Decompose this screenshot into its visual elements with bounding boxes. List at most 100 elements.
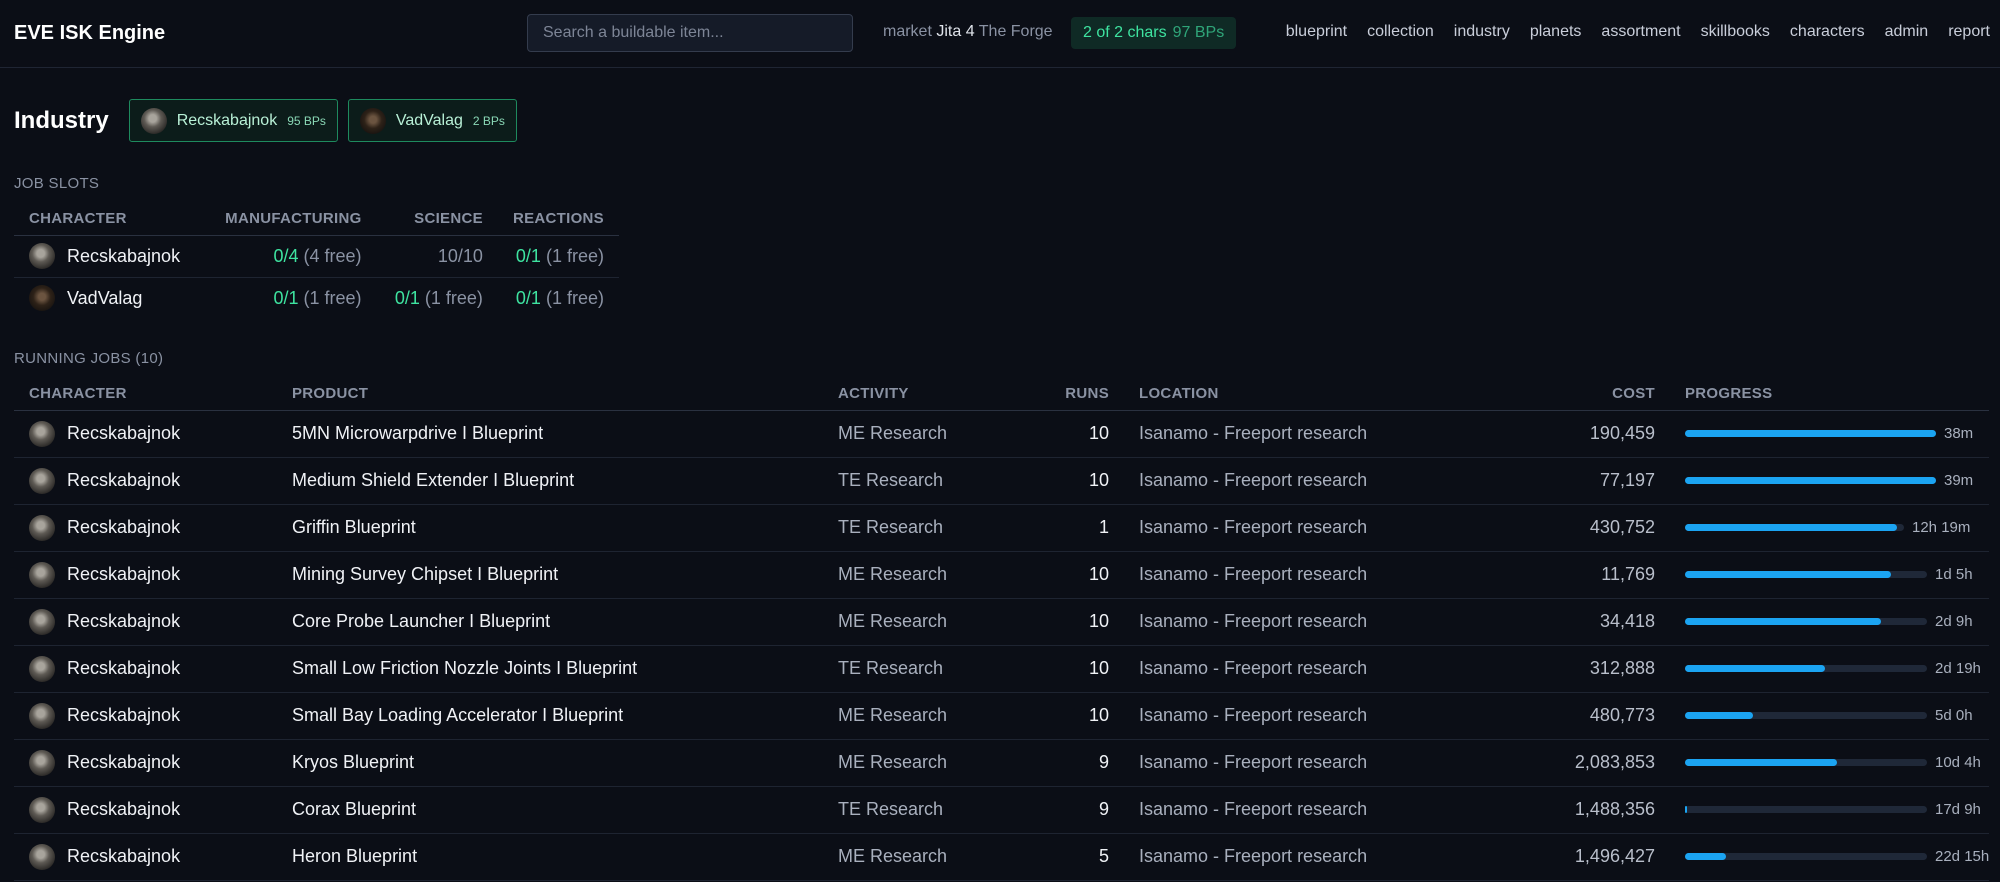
job-activity: TE Research [823, 645, 1037, 693]
job-remaining: 5d 0h [1935, 707, 1973, 724]
table-row[interactable]: Recskabajnok Kryos Blueprint ME Research 9 I… [14, 739, 1989, 787]
job-remaining: 17d 9h [1935, 801, 1981, 818]
chars-count: 2 of 2 chars [1083, 24, 1167, 41]
nav-assortment[interactable]: assortment [1601, 23, 1680, 41]
job-progress-cell: 2d 19h [1670, 645, 1989, 693]
column-header-product: PRODUCT [277, 377, 823, 411]
slot-used: 10/10 [437, 245, 483, 266]
job-character-name: Recskabajnok [67, 611, 181, 631]
job-runs: 10 [1037, 645, 1124, 693]
avatar [29, 243, 55, 269]
job-remaining: 39m [1944, 472, 1974, 489]
table-row[interactable]: Recskabajnok 5MN Microwarpdrive I Bluepri… [14, 410, 1989, 458]
slot-character-cell: Recskabajnok [14, 235, 203, 278]
job-character-cell: Recskabajnok [14, 645, 277, 693]
job-location: Isanamo - Freeport research [1124, 598, 1500, 646]
job-progress-cell: 22d 15h [1670, 833, 1989, 881]
progress-bar [1685, 477, 1936, 484]
job-activity: TE Research [823, 457, 1037, 505]
avatar [359, 107, 386, 134]
job-activity: ME Research [823, 739, 1037, 787]
slot-reactions: 0/1 (1 free) [498, 277, 619, 319]
job-activity: TE Research [823, 504, 1037, 552]
job-character-cell: Recskabajnok [14, 786, 277, 834]
table-header-row: CHARACTER PRODUCT ACTIVITY RUNS LOCATION… [14, 377, 1989, 411]
nav-planets[interactable]: planets [1530, 23, 1582, 41]
job-character-name: Recskabajnok [67, 658, 181, 678]
job-remaining: 2d 19h [1935, 660, 1981, 677]
job-character-name: Recskabajnok [67, 564, 181, 584]
job-runs: 10 [1037, 598, 1124, 646]
job-product[interactable]: Small Low Friction Nozzle Joints I Bluep… [277, 645, 823, 693]
avatar [29, 420, 55, 447]
nav-admin[interactable]: admin [1885, 23, 1929, 41]
job-character-cell: Recskabajnok [14, 504, 277, 552]
market-selector[interactable]: market Jita 4 The Forge [883, 23, 1053, 41]
main-nav: blueprint collection industry planets as… [1286, 23, 1990, 41]
progress-fill [1685, 524, 1898, 531]
progress-bar [1685, 618, 1927, 625]
character-chip-recskabajnok[interactable]: Recskabajnok 95 BPs [128, 99, 338, 142]
job-activity: ME Research [823, 692, 1037, 740]
progress-bar [1685, 430, 1936, 437]
job-location: Isanamo - Freeport research [1124, 551, 1500, 599]
job-product[interactable]: Heron Blueprint [277, 833, 823, 881]
table-row[interactable]: Recskabajnok Corax Blueprint TE Research 9 I… [14, 786, 1989, 834]
table-row[interactable]: Recskabajnok Small Bay Loading Accelerato… [14, 692, 1989, 740]
characters-badge[interactable]: 2 of 2 chars 97 BPs [1071, 17, 1237, 49]
slot-character-name: Recskabajnok [67, 245, 181, 266]
job-runs: 10 [1037, 551, 1124, 599]
search-input[interactable] [527, 14, 853, 52]
nav-skillbooks[interactable]: skillbooks [1701, 23, 1770, 41]
character-chip-bps: 2 BPs [472, 113, 505, 128]
nav-collection[interactable]: collection [1367, 23, 1434, 41]
page-header: Industry Recskabajnok 95 BPs VadValag 2 … [14, 99, 517, 142]
column-header-progress: PROGRESS [1670, 377, 1989, 411]
column-header-cost: COST [1500, 377, 1670, 411]
job-location: Isanamo - Freeport research [1124, 457, 1500, 505]
job-activity: ME Research [823, 598, 1037, 646]
character-chip-vadvalag[interactable]: VadValag 2 BPs [347, 99, 517, 142]
nav-characters[interactable]: characters [1790, 23, 1865, 41]
table-row[interactable]: Recskabajnok Core Probe Launcher I Bluepr… [14, 598, 1989, 646]
job-progress-cell: 10d 4h [1670, 739, 1989, 787]
table-row[interactable]: Recskabajnok Small Low Friction Nozzle Jo… [14, 645, 1989, 693]
nav-blueprint[interactable]: blueprint [1286, 23, 1347, 41]
avatar [29, 843, 55, 870]
slot-free: (4 free) [303, 245, 362, 266]
job-cost: 190,459 [1500, 410, 1670, 458]
progress-fill [1685, 759, 1838, 766]
job-product[interactable]: Small Bay Loading Accelerator I Blueprin… [277, 692, 823, 740]
job-product[interactable]: Core Probe Launcher I Blueprint [277, 598, 823, 646]
nav-report[interactable]: report [1948, 23, 1990, 41]
job-product[interactable]: Griffin Blueprint [277, 504, 823, 552]
job-product[interactable]: Corax Blueprint [277, 786, 823, 834]
job-character-name: Recskabajnok [67, 846, 181, 866]
avatar [29, 702, 55, 729]
job-product[interactable]: 5MN Microwarpdrive I Blueprint [277, 410, 823, 458]
job-progress-cell: 38m [1670, 410, 1989, 458]
job-product[interactable]: Mining Survey Chipset I Blueprint [277, 551, 823, 599]
table-row[interactable]: Recskabajnok Griffin Blueprint TE Research… [14, 504, 1989, 552]
running-jobs-table: CHARACTER PRODUCT ACTIVITY RUNS LOCATION… [14, 377, 1989, 881]
job-product[interactable]: Kryos Blueprint [277, 739, 823, 787]
job-remaining: 2d 9h [1935, 613, 1973, 630]
table-row[interactable]: Recskabajnok Medium Shield Extender I Blu… [14, 457, 1989, 505]
column-header-reactions: REACTIONS [497, 203, 619, 236]
slot-reactions: 0/1 (1 free) [497, 235, 619, 278]
job-slots-label: JOB SLOTS [14, 175, 100, 192]
job-cost: 77,197 [1500, 457, 1670, 505]
job-remaining: 10d 4h [1935, 754, 1981, 771]
progress-bar [1685, 665, 1927, 672]
job-progress-cell: 17d 9h [1670, 786, 1989, 834]
job-activity: ME Research [823, 833, 1037, 881]
app-title[interactable]: EVE ISK Engine [14, 22, 165, 45]
slot-free: (1 free) [545, 287, 604, 308]
nav-industry[interactable]: industry [1454, 23, 1510, 41]
slot-used: 0/1 [273, 287, 299, 308]
table-row[interactable]: Recskabajnok Mining Survey Chipset I Blue… [14, 551, 1989, 599]
job-cost: 1,496,427 [1500, 833, 1670, 881]
job-product[interactable]: Medium Shield Extender I Blueprint [277, 457, 823, 505]
job-progress-cell: 39m [1670, 457, 1989, 505]
table-row[interactable]: Recskabajnok Heron Blueprint ME Research 5 I… [14, 833, 1989, 881]
